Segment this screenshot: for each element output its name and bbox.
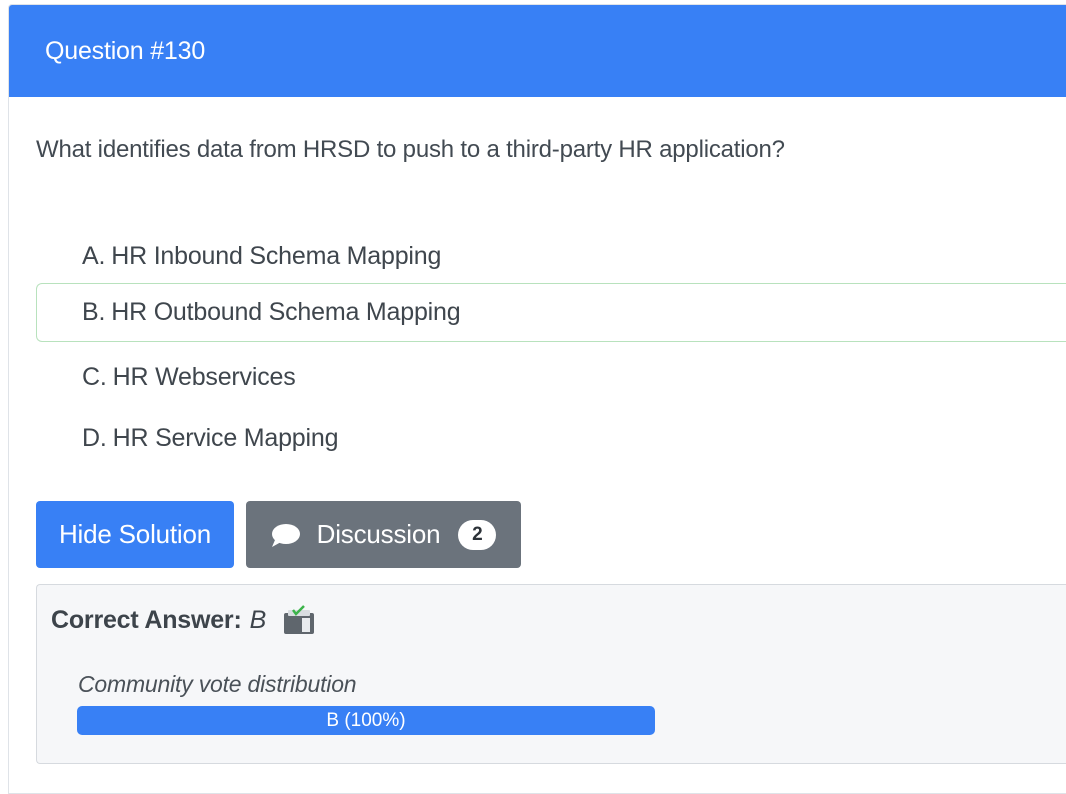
question-header: Question #130 — [9, 5, 1066, 97]
choice-b[interactable]: B. HR Outbound Schema Mapping — [36, 283, 1066, 342]
question-text: What identifies data from HRSD to push t… — [36, 136, 785, 163]
hide-solution-button[interactable]: Hide Solution — [36, 501, 234, 568]
choice-text: HR Inbound Schema Mapping — [111, 242, 442, 270]
vote-progress-bar: B (100%) — [77, 706, 655, 735]
vote-distribution-label: Community vote distribution — [78, 671, 357, 697]
choice-a[interactable]: A. HR Inbound Schema Mapping — [36, 227, 1066, 286]
discussion-button[interactable]: Discussion 2 — [246, 501, 521, 568]
comment-icon — [271, 522, 301, 548]
choice-letter: C. — [82, 363, 107, 391]
clipboard-check-icon[interactable] — [282, 605, 316, 635]
correct-answer-value: B — [249, 605, 267, 634]
answer-panel: Correct Answer: B Community vote distrib… — [36, 584, 1066, 764]
choice-letter: B. — [82, 298, 106, 326]
vote-bar-fill: B (100%) — [77, 706, 655, 735]
choice-letter: D. — [82, 424, 107, 452]
choice-text: HR Service Mapping — [112, 424, 339, 452]
vote-bar-text: B (100%) — [326, 709, 406, 731]
choice-text: HR Outbound Schema Mapping — [111, 298, 461, 326]
correct-answer-label: Correct Answer: — [51, 605, 242, 634]
choice-text: HR Webservices — [112, 363, 296, 391]
hide-solution-label: Hide Solution — [58, 519, 212, 549]
discussion-label: Discussion — [316, 519, 441, 549]
question-number: Question #130 — [45, 36, 206, 65]
choice-letter: A. — [82, 242, 106, 270]
discussion-count-badge: 2 — [458, 519, 497, 550]
choice-c[interactable]: C. HR Webservices — [36, 348, 1066, 407]
correct-answer-line: Correct Answer: B — [51, 605, 316, 635]
choice-d[interactable]: D. HR Service Mapping — [36, 409, 1066, 468]
